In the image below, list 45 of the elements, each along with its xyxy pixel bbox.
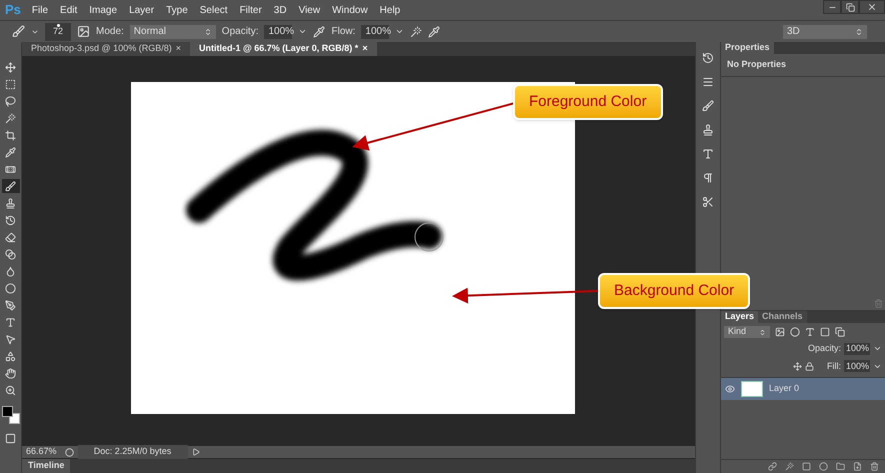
panel-tab[interactable]: Layers (721, 311, 758, 323)
menu-item[interactable]: File (26, 2, 54, 18)
tab-label: Untitled-1 @ 66.7% (Layer 0, RGB/8) * (198, 42, 358, 56)
menu-item[interactable]: Help (374, 2, 406, 18)
menu-item[interactable]: Image (83, 2, 124, 18)
panel-tab[interactable]: Channels (758, 311, 807, 323)
filter-value: Kind (728, 325, 746, 338)
menu-item[interactable]: Filter (234, 2, 268, 18)
opacity-label: Opacity: (222, 25, 258, 39)
properties-message: No Properties (721, 54, 885, 76)
menu-item[interactable]: Edit (54, 2, 84, 18)
layer-name: Layer 0 (769, 382, 800, 396)
workspace-value: 3D (787, 25, 800, 39)
document-tab[interactable]: Photoshop-3.psd @ 100% (RGB/8) × (22, 42, 190, 56)
mode-value: Normal (134, 25, 166, 39)
properties-tab[interactable]: Properties (721, 42, 774, 54)
opacity-field[interactable]: 100% (844, 342, 870, 355)
menu-item[interactable]: View (292, 2, 326, 18)
fill-label: Fill: (827, 360, 841, 372)
callout-label: Background Color (598, 273, 750, 309)
brush-size-picker[interactable]: 72 (45, 22, 71, 40)
callout-label: Foreground Color (513, 84, 663, 120)
fill-field[interactable]: 100% (844, 360, 870, 372)
tab-label: Photoshop-3.psd @ 100% (RGB/8) (31, 42, 172, 56)
menu-item[interactable]: Layer (123, 2, 160, 18)
flow-label: Flow: (331, 25, 356, 39)
document-info: Doc: 2.25M/0 bytes (78, 445, 188, 459)
filter-dropdown[interactable]: Kind (724, 326, 770, 338)
mode-label: Mode: (96, 25, 124, 39)
timeline-tab[interactable]: Timeline (22, 459, 70, 473)
opacity-label: Opacity: (808, 342, 841, 355)
document-tab[interactable]: Untitled-1 @ 66.7% (Layer 0, RGB/8) * × (190, 42, 377, 56)
flow-field[interactable]: 100% (361, 24, 390, 38)
menu-item[interactable]: Select (194, 2, 234, 18)
app-logo: Ps (4, 1, 22, 20)
tab-close[interactable]: × (362, 42, 368, 56)
menu-item[interactable]: Window (326, 2, 374, 18)
workspace-dropdown[interactable]: 3D (783, 24, 867, 38)
zoom-level: 66.67% (25, 445, 58, 458)
layer-row[interactable]: Layer 0 (721, 378, 885, 400)
menu-item[interactable]: 3D (268, 2, 293, 18)
tab-close[interactable]: × (176, 42, 181, 56)
mode-dropdown[interactable]: Normal (130, 24, 216, 38)
opacity-field[interactable]: 100% (264, 24, 292, 38)
menu-item[interactable]: Type (160, 2, 194, 18)
